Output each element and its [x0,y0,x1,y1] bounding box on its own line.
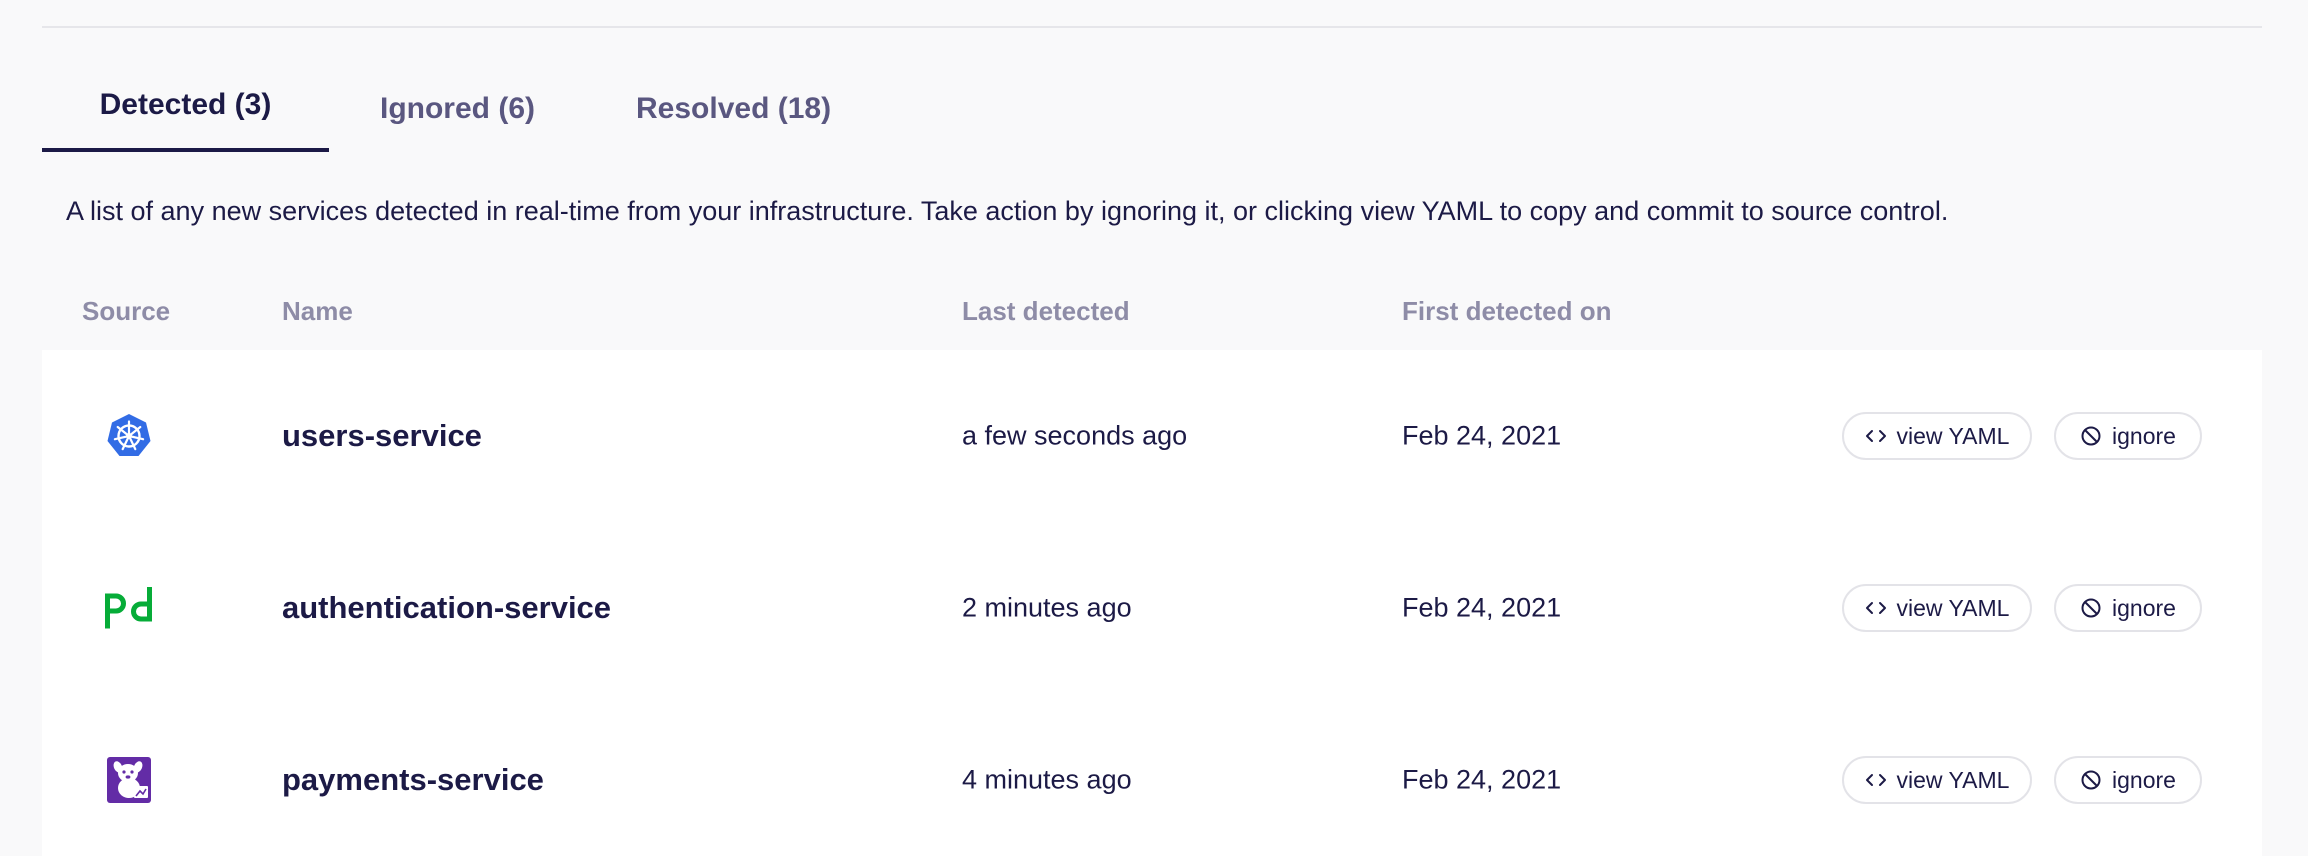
ban-icon [2080,597,2102,619]
ban-icon [2080,769,2102,791]
tab-ignored[interactable]: Ignored (6) [380,70,535,152]
column-header-last-detected: Last detected [962,296,1130,326]
description-text: A list of any new services detected in r… [66,196,1949,226]
last-detected-value: 4 minutes ago [962,764,1132,795]
pagerduty-icon [104,583,154,633]
column-header-first-detected-on: First detected on [1402,296,1612,326]
datadog-icon [104,755,154,805]
view-yaml-label: view YAML [1896,594,2010,621]
ignore-button[interactable]: ignore [2054,412,2202,460]
service-name: authentication-service [282,590,612,625]
tab-bar: Detected (3) Ignored (6) Resolved (18) [42,70,831,152]
service-name: users-service [282,418,482,453]
ban-icon [2080,425,2102,447]
last-detected-value: 2 minutes ago [962,592,1132,623]
ignore-label: ignore [2112,766,2176,793]
services-table: users-service a few seconds ago Feb 24, … [42,350,2262,856]
code-icon [1865,600,1887,616]
last-detected-value: a few seconds ago [962,420,1188,451]
code-icon [1865,428,1887,444]
view-yaml-button[interactable]: view YAML [1842,756,2032,804]
ignore-button[interactable]: ignore [2054,584,2202,632]
view-yaml-button[interactable]: view YAML [1842,584,2032,632]
tab-resolved[interactable]: Resolved (18) [636,70,831,152]
ignore-label: ignore [2112,594,2176,621]
view-yaml-label: view YAML [1896,422,2010,449]
ignore-label: ignore [2112,422,2176,449]
tab-detected[interactable]: Detected (3) [42,70,329,152]
view-yaml-button[interactable]: view YAML [1842,412,2032,460]
table-row: authentication-service 2 minutes ago Feb… [42,522,2262,694]
view-yaml-label: view YAML [1896,766,2010,793]
service-name: payments-service [282,762,544,797]
ignore-button[interactable]: ignore [2054,756,2202,804]
column-header-source: Source [82,296,171,326]
code-icon [1865,772,1887,788]
table-header: Source Name Last detected First detected… [42,290,2262,350]
column-header-name: Name [282,296,353,326]
top-divider [42,26,2262,28]
page: Detected (3) Ignored (6) Resolved (18) A… [0,0,2308,856]
kubernetes-icon [104,411,154,461]
first-detected-value: Feb 24, 2021 [1402,764,1562,795]
first-detected-value: Feb 24, 2021 [1402,592,1562,623]
table-row: users-service a few seconds ago Feb 24, … [42,350,2262,522]
first-detected-value: Feb 24, 2021 [1402,420,1562,451]
table-row: payments-service 4 minutes ago Feb 24, 2… [42,694,2262,856]
